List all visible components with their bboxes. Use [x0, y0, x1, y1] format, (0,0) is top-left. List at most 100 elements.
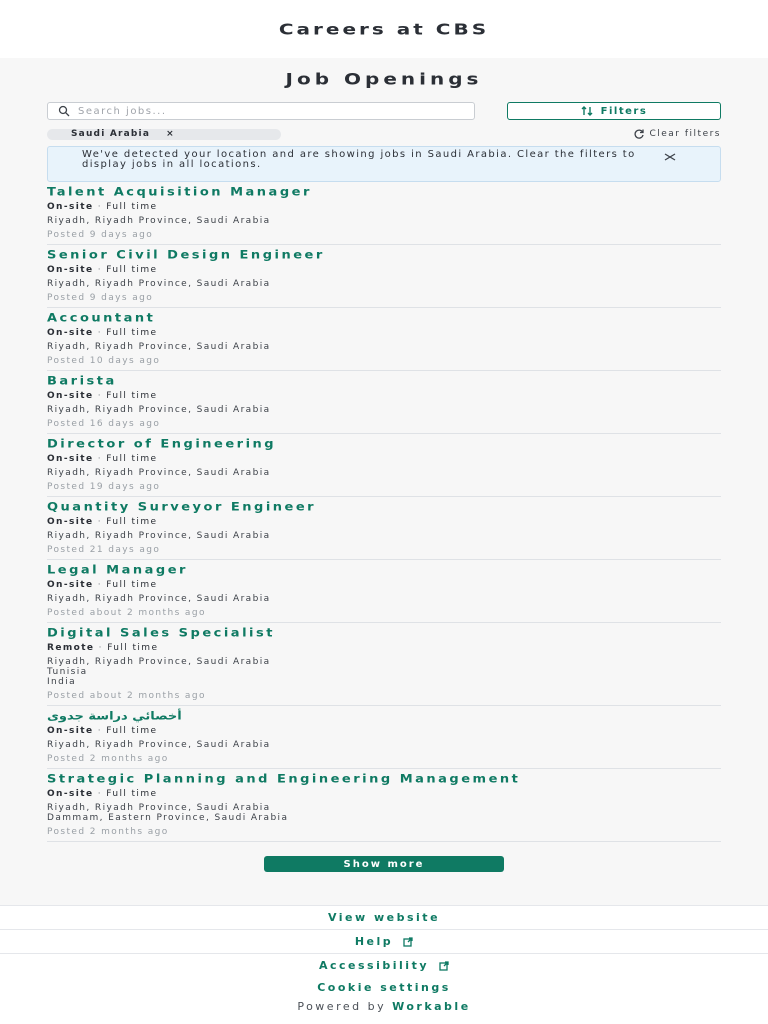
filter-chip-label: Saudi Arabia — [71, 129, 151, 139]
job-type: Full time — [106, 580, 158, 590]
job-title-link[interactable]: Talent Acquisition Manager — [47, 187, 721, 199]
job-title-link[interactable]: Legal Manager — [47, 565, 721, 577]
filters-button[interactable]: Filters — [507, 102, 721, 120]
job-location: Riyadh, Riyadh Province, Saudi Arabia — [47, 657, 271, 667]
job-workplace: Remote — [47, 643, 95, 653]
refresh-icon — [634, 129, 645, 139]
job-location: Riyadh, Riyadh Province, Saudi Arabia — [47, 405, 271, 415]
page-title: Job Openings — [285, 69, 483, 89]
job-posted-date: Posted 10 days ago — [47, 356, 161, 366]
view-website-link[interactable]: View website — [0, 905, 768, 929]
job-list-item: Barista On-site · Full time Riyadh, Riyadh… — [47, 371, 721, 434]
external-link-icon — [403, 936, 413, 947]
clear-filters-button[interactable]: Clear filters — [634, 129, 721, 139]
meta-separator: · — [94, 643, 108, 653]
job-meta: On-site · Full time — [47, 516, 721, 528]
job-title-link[interactable]: Quantity Surveyor Engineer — [47, 502, 721, 514]
job-type: Full time — [106, 328, 158, 338]
job-list: Talent Acquisition Manager On-site · Full… — [47, 182, 721, 842]
job-location: Riyadh, Riyadh Province, Saudi Arabia — [47, 740, 271, 750]
job-list-item: أخصائي دراسة جدوى On-site · Full time Riya… — [47, 706, 721, 769]
accessibility-label: Accessibility — [319, 959, 429, 972]
job-list-item: Talent Acquisition Manager On-site · Full… — [47, 182, 721, 245]
search-input[interactable] — [78, 105, 474, 117]
job-meta: On-site · Full time — [47, 788, 721, 800]
job-meta: On-site · Full time — [47, 453, 721, 465]
job-type: Full time — [106, 391, 158, 401]
job-workplace: On-site — [47, 202, 94, 212]
active-filters-row: Saudi Arabia × Clear filters — [47, 128, 721, 140]
footer: View website Help Accessibility Cookie s… — [0, 905, 768, 1017]
job-meta: On-site · Full time — [47, 327, 721, 339]
job-title-link[interactable]: Accountant — [47, 313, 721, 325]
cookie-settings-label: Cookie settings — [317, 980, 451, 994]
job-posted-date: Posted about 2 months ago — [47, 608, 206, 618]
search-row: Filters — [47, 102, 721, 120]
job-posted-date: Posted 2 months ago — [47, 754, 169, 764]
job-list-item: Legal Manager On-site · Full time Riyadh, … — [47, 560, 721, 623]
cookie-settings-link[interactable]: Cookie settings — [0, 977, 768, 997]
job-location: Dammam, Eastern Province, Saudi Arabia — [47, 813, 289, 823]
job-list-item: Senior Civil Design Engineer On-site · Fu… — [47, 245, 721, 308]
job-title-link[interactable]: Barista — [47, 376, 721, 388]
job-location: Riyadh, Riyadh Province, Saudi Arabia — [47, 342, 271, 352]
job-workplace: On-site — [47, 580, 94, 590]
job-posted-date: Posted 9 days ago — [47, 230, 154, 240]
location-notice: We've detected your location and are sho… — [47, 146, 721, 182]
job-list-item: Strategic Planning and Engineering Manag… — [47, 769, 721, 842]
job-list-item: Director of Engineering On-site · Full ti… — [47, 434, 721, 497]
meta-separator: · — [93, 726, 107, 736]
meta-separator: · — [93, 328, 107, 338]
close-icon[interactable]: × — [166, 129, 175, 139]
job-title-link[interactable]: Director of Engineering — [47, 439, 721, 451]
job-type: Full time — [106, 265, 158, 275]
job-location: Riyadh, Riyadh Province, Saudi Arabia — [47, 468, 271, 478]
clear-filters-label: Clear filters — [649, 129, 721, 139]
location-notice-text: We've detected your location and are sho… — [82, 149, 636, 170]
job-posted-date: Posted 21 days ago — [47, 545, 161, 555]
job-location: Riyadh, Riyadh Province, Saudi Arabia — [47, 279, 271, 289]
meta-separator: · — [93, 391, 107, 401]
job-type: Full time — [107, 643, 159, 653]
site-title: Careers at CBS — [278, 20, 490, 38]
job-workplace: On-site — [47, 265, 94, 275]
close-icon[interactable] — [664, 151, 676, 163]
help-link[interactable]: Help — [0, 929, 768, 953]
job-workplace: On-site — [47, 391, 94, 401]
job-location: India — [47, 677, 77, 687]
view-website-label: View website — [327, 911, 441, 924]
help-label: Help — [354, 935, 394, 948]
job-title-link[interactable]: Senior Civil Design Engineer — [47, 250, 721, 262]
meta-separator: · — [93, 202, 107, 212]
job-meta: On-site · Full time — [47, 201, 721, 213]
job-meta: On-site · Full time — [47, 579, 721, 591]
show-more-wrap: Show more — [47, 856, 721, 872]
meta-separator: · — [93, 789, 107, 799]
main-content: Job Openings Filters Saudi Arabia × — [0, 58, 768, 905]
job-workplace: On-site — [47, 789, 94, 799]
job-title-link[interactable]: Digital Sales Specialist — [47, 628, 721, 640]
search-icon — [58, 105, 70, 117]
job-list-item: Quantity Surveyor Engineer On-site · Full… — [47, 497, 721, 560]
accessibility-link[interactable]: Accessibility — [0, 953, 768, 977]
job-list-item: Accountant On-site · Full time Riyadh, Riy… — [47, 308, 721, 371]
job-title-link[interactable]: أخصائي دراسة جدوى — [47, 711, 721, 723]
job-workplace: On-site — [47, 517, 94, 527]
job-meta: On-site · Full time — [47, 390, 721, 402]
job-posted-date: Posted 16 days ago — [47, 419, 161, 429]
job-location: Riyadh, Riyadh Province, Saudi Arabia — [47, 594, 271, 604]
job-workplace: On-site — [47, 726, 94, 736]
job-meta: Remote · Full time — [47, 642, 721, 654]
job-type: Full time — [106, 454, 158, 464]
job-type: Full time — [106, 202, 158, 212]
job-posted-date: Posted about 2 months ago — [47, 691, 206, 701]
search-box[interactable] — [47, 102, 475, 120]
job-location: Tunisia — [47, 667, 88, 677]
external-link-icon — [439, 960, 449, 971]
show-more-button[interactable]: Show more — [264, 856, 504, 872]
workable-brand-link[interactable]: Workable — [392, 1000, 471, 1013]
job-title-link[interactable]: Strategic Planning and Engineering Manag… — [47, 774, 721, 786]
job-posted-date: Posted 9 days ago — [47, 293, 154, 303]
job-location: Riyadh, Riyadh Province, Saudi Arabia — [47, 216, 271, 226]
job-posted-date: Posted 2 months ago — [47, 827, 169, 837]
